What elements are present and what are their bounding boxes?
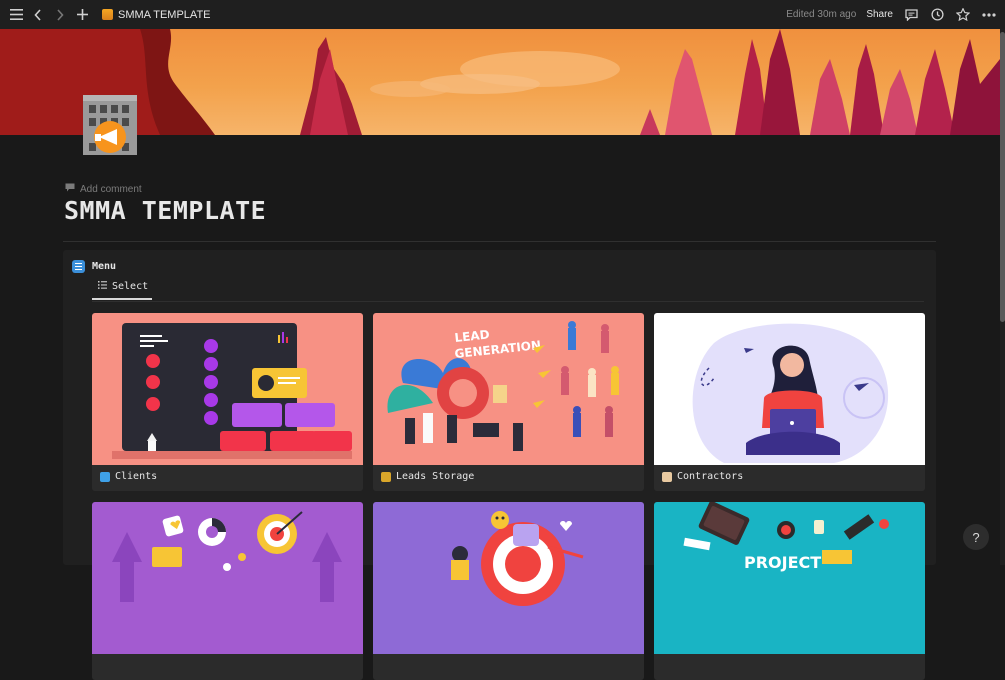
- gallery-card-clients[interactable]: Clients: [92, 313, 363, 491]
- page-icon-building[interactable]: [77, 91, 143, 161]
- card-label-leads-storage: Leads Storage: [381, 471, 474, 482]
- project-illustration: PROJECT: [654, 502, 925, 654]
- card-title: Clients: [115, 471, 158, 482]
- engagement-illustration: [373, 502, 644, 654]
- top-bar: SMMA TEMPLATE Edited 30m ago Share: [0, 0, 1005, 29]
- cover-image[interactable]: [0, 29, 1000, 135]
- divider: [63, 241, 936, 242]
- project-text: PROJECT: [744, 553, 821, 572]
- card-title: Contractors: [677, 471, 744, 482]
- card-label-contractors: Contractors: [662, 471, 743, 482]
- history-clock-icon[interactable]: [929, 7, 945, 23]
- contractors-emoji-icon: [662, 471, 672, 482]
- tab-underline: [92, 301, 924, 302]
- comment-icon: [65, 183, 75, 195]
- page-title[interactable]: SMMA TEMPLATE: [64, 196, 266, 225]
- add-comment-button[interactable]: Add comment: [65, 183, 142, 195]
- edited-timestamp: Edited 30m ago: [786, 9, 857, 20]
- marketing-illustration: [92, 502, 363, 654]
- leads-emoji-icon: [381, 471, 391, 482]
- tab-label: Select: [112, 281, 149, 292]
- lead-text: LEAD: [454, 327, 490, 345]
- contractor-illustration: [654, 313, 925, 465]
- lead-generation-illustration: LEAD GENERATION: [373, 313, 644, 465]
- add-comment-label: Add comment: [80, 183, 142, 195]
- gallery-card-contractors[interactable]: Contractors: [654, 313, 925, 491]
- card-label-clients: Clients: [100, 471, 157, 482]
- page-emoji-icon: [102, 9, 113, 20]
- gallery-card-leads-storage[interactable]: LEAD GENERATION Leads Storage: [373, 313, 644, 491]
- plus-icon[interactable]: [74, 7, 90, 23]
- back-arrow-icon[interactable]: [30, 7, 46, 23]
- gallery-card-5[interactable]: [373, 502, 644, 680]
- share-button[interactable]: Share: [866, 9, 893, 20]
- nav-controls: SMMA TEMPLATE: [0, 7, 211, 23]
- breadcrumb-title: SMMA TEMPLATE: [118, 8, 211, 21]
- scrollbar-thumb[interactable]: [1000, 32, 1005, 322]
- tab-select[interactable]: Select: [92, 281, 153, 300]
- favorite-star-icon[interactable]: [955, 7, 971, 23]
- hamburger-menu-icon[interactable]: [8, 7, 24, 23]
- list-menu-icon: [72, 260, 85, 273]
- card-title: Leads Storage: [396, 471, 475, 482]
- forward-arrow-icon[interactable]: [52, 7, 68, 23]
- gallery-card-6[interactable]: PROJECT: [654, 502, 925, 680]
- menu-title[interactable]: Menu: [92, 261, 116, 272]
- help-button[interactable]: ?: [963, 524, 989, 550]
- breadcrumb[interactable]: SMMA TEMPLATE: [102, 9, 211, 21]
- gallery-card-4[interactable]: [92, 502, 363, 680]
- comments-icon[interactable]: [903, 7, 919, 23]
- list-view-icon: [98, 281, 107, 292]
- clients-emoji-icon: [100, 471, 110, 482]
- more-options-icon[interactable]: [981, 7, 997, 23]
- menu-header: Menu: [72, 260, 116, 273]
- topbar-actions: Edited 30m ago Share: [786, 0, 997, 29]
- clients-illustration: [92, 313, 363, 465]
